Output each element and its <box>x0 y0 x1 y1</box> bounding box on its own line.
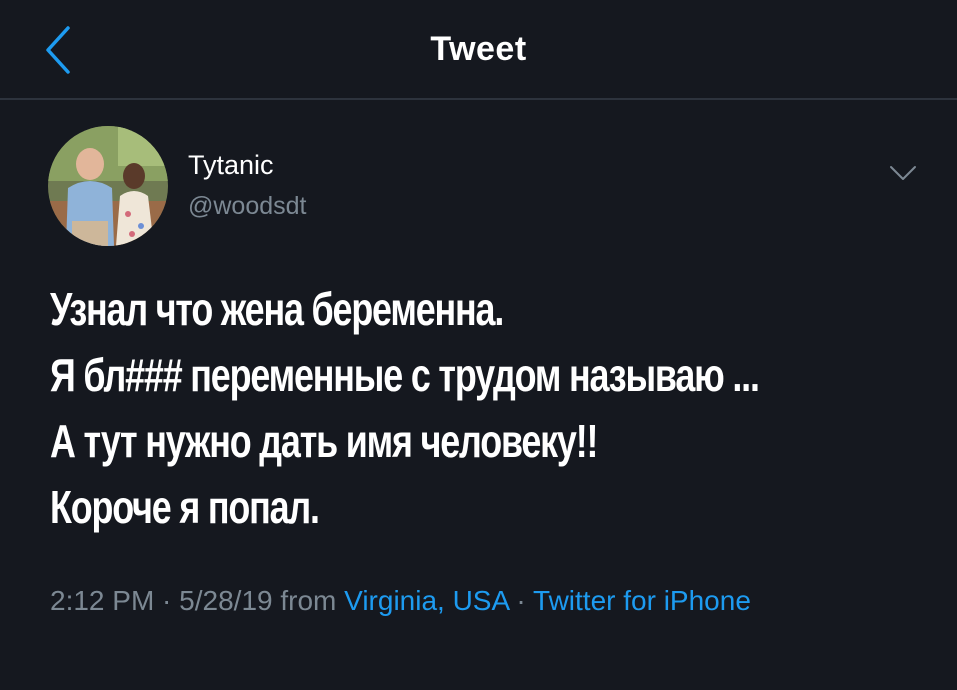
separator: · <box>508 585 534 616</box>
top-bar: Tweet <box>0 0 957 100</box>
avatar[interactable] <box>48 126 168 246</box>
tweet-menu-button[interactable] <box>885 160 921 186</box>
tweet-line: Я бл### переменные с трудом называю ... <box>50 349 760 401</box>
tweet-line: Короче я попал. <box>50 481 320 533</box>
source-link[interactable]: Twitter for iPhone <box>533 585 751 616</box>
from-label: from <box>272 585 345 616</box>
tweet-line: Узнал что жена беременна. <box>50 283 504 335</box>
tweet-metadata: 2:12 PM · 5/28/19 from Virginia, USA · T… <box>50 578 900 624</box>
chevron-down-icon <box>890 166 916 180</box>
separator: · <box>154 585 180 616</box>
tweet-time: 2:12 PM <box>50 585 155 616</box>
author-handle[interactable]: @woodsdt <box>188 192 307 221</box>
tweet-date: 5/28/19 <box>179 585 273 616</box>
page-title: Tweet <box>430 30 527 68</box>
author-display-name[interactable]: Tytanic <box>188 150 274 181</box>
location-link[interactable]: Virginia, USA <box>344 585 508 616</box>
tweet-text: Узнал что жена беременна. Я бл### переме… <box>50 276 940 540</box>
tweet-line: А тут нужно дать имя человеку!! <box>50 415 598 467</box>
